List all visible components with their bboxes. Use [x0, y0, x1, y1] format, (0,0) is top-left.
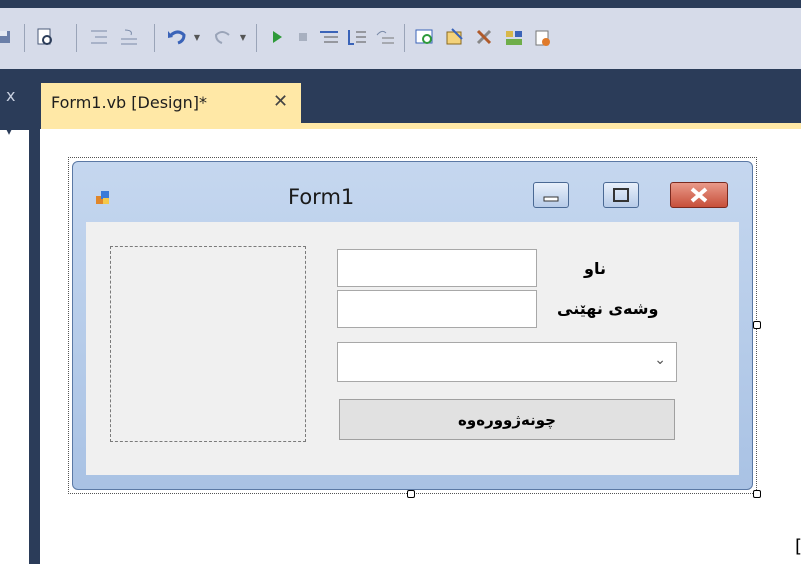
left-panel-content — [0, 130, 29, 564]
toolbar-separator — [256, 24, 257, 52]
resize-handle-corner[interactable] — [753, 490, 761, 498]
minimize-icon — [543, 196, 559, 202]
toolbar-separator — [154, 24, 155, 52]
toolbox-icon[interactable] — [474, 26, 496, 48]
properties-icon[interactable] — [444, 26, 466, 48]
maximize-icon — [613, 188, 629, 202]
close-icon — [690, 187, 708, 203]
extension-icon[interactable] — [532, 26, 554, 48]
form1-window[interactable]: Form1 ناو وشەی نهێنی ⌄ چونەژوورەوە — [72, 161, 753, 490]
redo-dropdown-icon[interactable]: ▼ — [238, 28, 248, 46]
solution-explorer-icon[interactable] — [414, 26, 436, 48]
password-textbox[interactable] — [337, 290, 537, 328]
form-icon — [96, 191, 109, 204]
uncomment-icon[interactable] — [118, 26, 140, 48]
save-all-icon[interactable] — [0, 26, 14, 48]
name-label: ناو — [584, 259, 606, 278]
close-button[interactable] — [670, 182, 728, 208]
standard-toolbar: ▼ ▼ — [0, 0, 801, 69]
tab-label: Form1.vb [Design]* — [51, 93, 208, 112]
password-label: وشەی نهێنی — [557, 299, 659, 318]
resize-handle-right[interactable] — [753, 321, 761, 329]
start-debug-icon[interactable] — [266, 26, 288, 48]
login-button[interactable]: چونەژوورەوە — [339, 399, 675, 440]
undo-icon[interactable] — [166, 26, 188, 48]
undo-dropdown-icon[interactable]: ▼ — [192, 28, 202, 46]
chevron-down-icon[interactable]: ⌄ — [654, 352, 666, 368]
step-into-icon[interactable] — [318, 26, 340, 48]
name-textbox[interactable] — [337, 249, 537, 287]
form-title: Form1 — [288, 185, 355, 209]
minimize-button[interactable] — [533, 182, 569, 208]
step-over-icon[interactable] — [346, 26, 368, 48]
form-client-area: ناو وشەی نهێنی ⌄ چونەژوورەوە — [86, 222, 739, 475]
object-browser-icon[interactable] — [504, 26, 526, 48]
maximize-button[interactable] — [603, 182, 639, 208]
chevron-icon: ▾ — [6, 124, 13, 138]
toolbar-separator — [76, 24, 77, 52]
step-out-icon[interactable] — [374, 26, 396, 48]
picture-box[interactable] — [110, 246, 306, 442]
toolbar-separator — [24, 24, 25, 52]
toolbar-separator — [404, 24, 405, 52]
comment-icon[interactable] — [88, 26, 110, 48]
cursor-caret: [ — [795, 536, 801, 557]
combo-box[interactable]: ⌄ — [337, 342, 677, 382]
tab-form1-design[interactable]: Form1.vb [Design]* ✕ — [41, 83, 301, 123]
close-icon[interactable]: ✕ — [273, 91, 288, 112]
stop-icon[interactable] — [292, 26, 314, 48]
find-icon[interactable] — [34, 26, 56, 48]
close-icon[interactable]: x — [6, 86, 15, 105]
resize-handle-bottom[interactable] — [407, 490, 415, 498]
redo-icon[interactable] — [212, 26, 234, 48]
